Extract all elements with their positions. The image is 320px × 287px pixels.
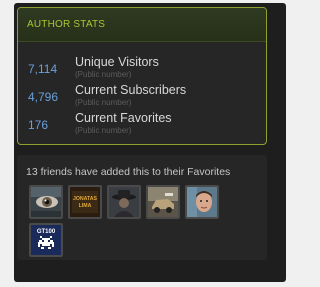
author-stats-header: AUTHOR STATS (18, 8, 266, 42)
jonatas-lima-avatar-icon: JONATAS LIMA (70, 187, 100, 217)
friends-favorites-box: 13 friends have added this to their Favo… (17, 155, 267, 260)
vehicle-avatar-icon (148, 187, 178, 217)
stat-sublabel: (Public number) (75, 70, 132, 79)
stat-label: Unique Visitors (75, 55, 159, 69)
author-stats-box: AUTHOR STATS 7,114 Unique Visitors (Publ… (17, 7, 267, 145)
friend-avatar-1[interactable] (29, 185, 63, 219)
stat-sublabel: (Public number) (75, 98, 132, 107)
friend-avatar-6[interactable]: GT100 (29, 223, 63, 257)
stat-label: Current Subscribers (75, 83, 187, 97)
friend-avatar-4[interactable] (146, 185, 180, 219)
avatar-text-line2: LIMA (79, 203, 92, 209)
avatar-text-line1: JONATAS (73, 196, 98, 202)
stat-row-unique-visitors: 7,114 Unique Visitors (Public number) (18, 54, 266, 80)
stat-sublabel: (Public number) (75, 126, 132, 135)
hat-figure-avatar-icon (109, 187, 139, 217)
stat-value: 176 (28, 118, 49, 132)
friend-avatar-5[interactable] (185, 185, 219, 219)
stat-value: 7,114 (28, 62, 58, 76)
friend-avatar-3[interactable] (107, 185, 141, 219)
avatar-text: GT100 (37, 229, 56, 235)
stat-row-current-subscribers: 4,796 Current Subscribers (Public number… (18, 82, 266, 108)
eye-avatar-icon (31, 187, 61, 217)
stat-label: Current Favorites (75, 111, 172, 125)
friend-avatar-2[interactable]: JONATAS LIMA (68, 185, 102, 219)
stat-row-current-favorites: 176 Current Favorites (Public number) (18, 110, 266, 136)
friends-favorites-title: 13 friends have added this to their Favo… (26, 166, 231, 178)
stage: AUTHOR STATS 7,114 Unique Visitors (Publ… (0, 0, 300, 287)
face-avatar-icon (187, 187, 217, 217)
sidebar-panel: AUTHOR STATS 7,114 Unique Visitors (Publ… (14, 3, 286, 282)
space-invader-avatar-icon: GT100 (31, 225, 61, 255)
stat-value: 4,796 (28, 90, 59, 104)
